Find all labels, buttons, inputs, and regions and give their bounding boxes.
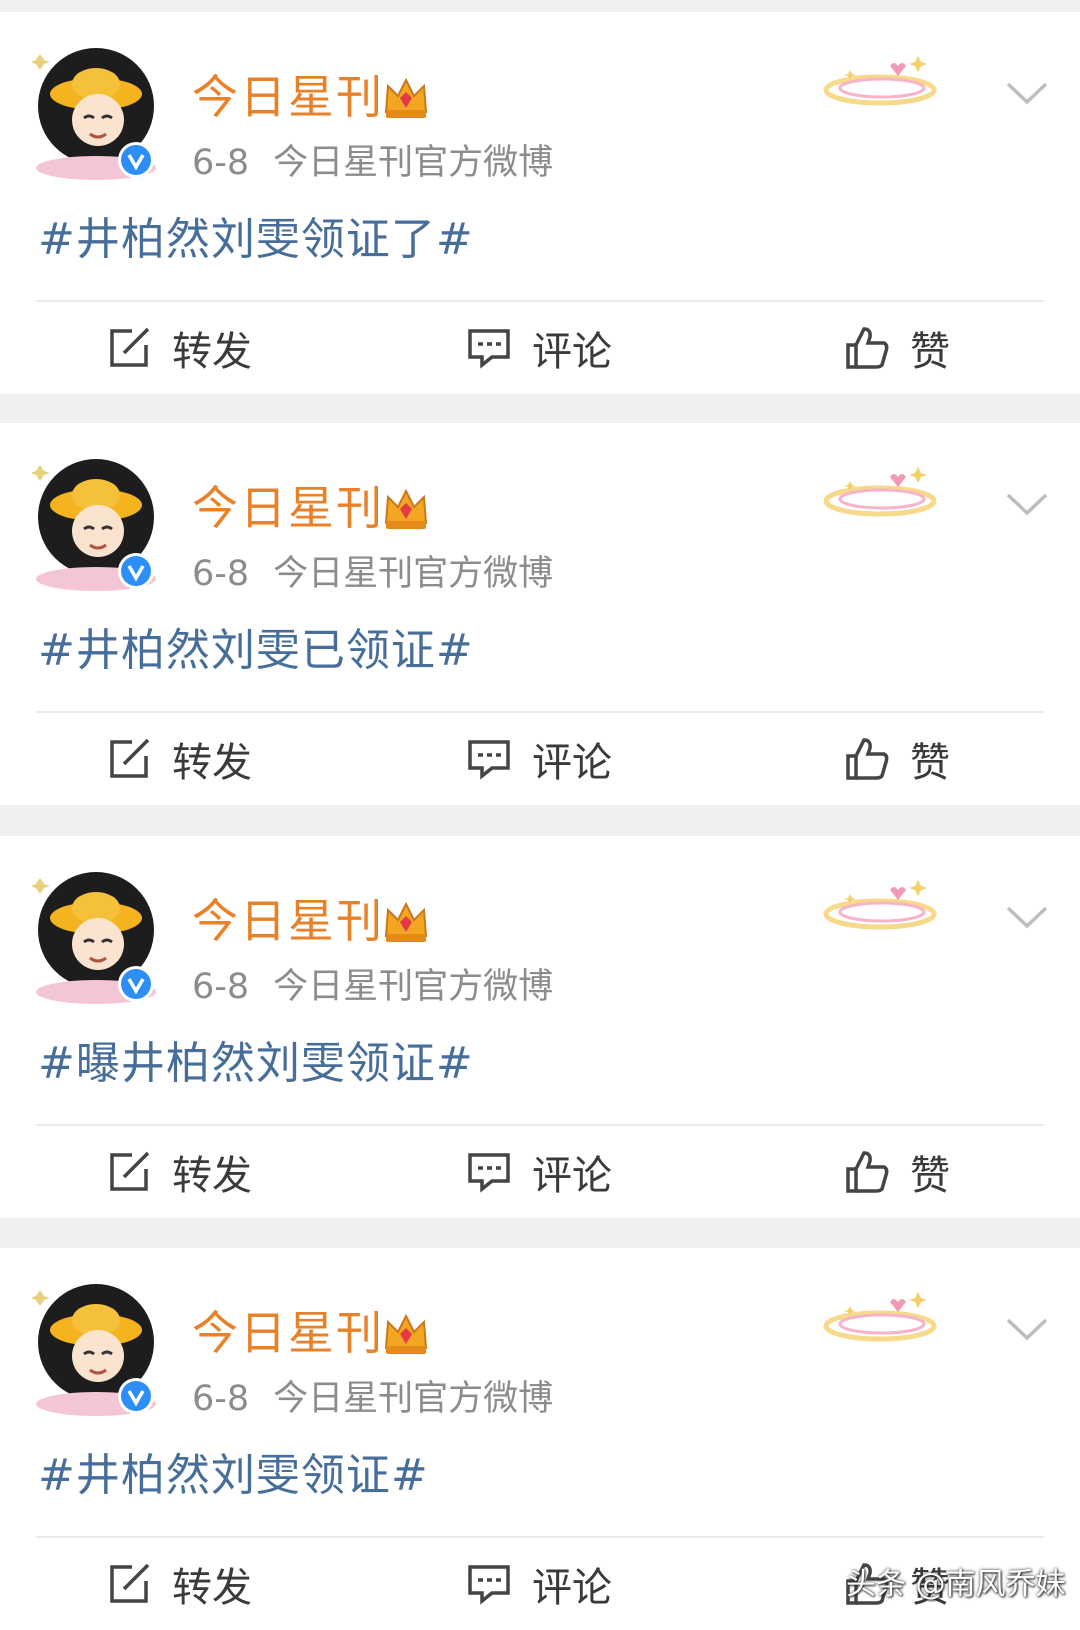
repost-label: 转发 — [172, 740, 252, 786]
post-date: 6-8 — [192, 143, 250, 183]
repost-icon — [110, 327, 150, 367]
verified-badge-icon — [121, 145, 151, 175]
comment-icon — [468, 740, 510, 780]
comment-label: 评论 — [532, 329, 612, 375]
repost-label: 转发 — [172, 1153, 252, 1199]
author-name[interactable]: 今日星刊 — [192, 67, 384, 127]
verified-badge-icon — [121, 969, 151, 999]
author-name[interactable]: 今日星刊 — [192, 478, 384, 538]
sparkle-ring-decoration-icon — [823, 467, 937, 517]
post-meta: 6-8 今日星刊官方微博 — [192, 551, 553, 597]
repost-label: 转发 — [172, 329, 252, 375]
author-name[interactable]: 今日星刊 — [192, 891, 384, 951]
crown-icon — [384, 901, 428, 942]
post-text-hashtag[interactable]: #井柏然刘雯已领证# — [38, 621, 474, 681]
chevron-down-icon[interactable] — [1004, 1314, 1050, 1344]
action-bar: 转发 评论 赞 — [0, 302, 1080, 394]
post-meta: 6-8 今日星刊官方微博 — [192, 140, 553, 186]
thumbs-up-icon — [846, 327, 889, 369]
post-card[interactable]: 今日星刊 6-8 今日星刊官方微博 #井柏然刘雯领证了# 转发 评论 赞 — [0, 12, 1080, 394]
comment-button[interactable]: 评论 — [466, 1538, 612, 1630]
post-meta: 6-8 今日星刊官方微博 — [192, 964, 553, 1010]
sparkle-ring-decoration-icon — [823, 1292, 937, 1342]
avatar[interactable] — [32, 453, 160, 591]
repost-label: 转发 — [172, 1565, 252, 1611]
post-card[interactable]: 今日星刊 6-8 今日星刊官方微博 #井柏然刘雯已领证# 转发 评论 赞 — [0, 423, 1080, 805]
crown-icon — [384, 1313, 428, 1354]
repost-icon — [110, 1563, 150, 1603]
verified-badge-icon — [121, 556, 151, 586]
chevron-down-icon[interactable] — [1004, 78, 1050, 108]
repost-button[interactable]: 转发 — [106, 1538, 252, 1630]
post-source: 今日星刊官方微博 — [273, 967, 554, 1007]
post-date: 6-8 — [192, 1379, 250, 1419]
post-date: 6-8 — [192, 554, 250, 594]
repost-button[interactable]: 转发 — [106, 302, 252, 394]
comment-label: 评论 — [532, 740, 612, 786]
post-text-hashtag[interactable]: #井柏然刘雯领证了# — [38, 210, 474, 270]
crown-icon — [384, 77, 428, 118]
post-meta: 6-8 今日星刊官方微博 — [192, 1376, 553, 1422]
post-card[interactable]: 今日星刊 6-8 今日星刊官方微博 #曝井柏然刘雯领证# 转发 评论 赞 — [0, 836, 1080, 1218]
post-date: 6-8 — [192, 967, 250, 1007]
avatar[interactable] — [32, 42, 160, 180]
like-label: 赞 — [910, 329, 950, 375]
post-source: 今日星刊官方微博 — [273, 554, 554, 594]
action-bar: 转发 评论 赞 — [0, 713, 1080, 805]
post-source: 今日星刊官方微博 — [273, 1379, 554, 1419]
comment-label: 评论 — [532, 1153, 612, 1199]
comment-icon — [468, 1565, 510, 1605]
post-source: 今日星刊官方微博 — [273, 143, 554, 183]
thumbs-up-icon — [846, 738, 889, 780]
verified-badge-icon — [121, 1381, 151, 1411]
comment-icon — [468, 329, 510, 369]
avatar[interactable] — [32, 1278, 160, 1416]
author-name[interactable]: 今日星刊 — [192, 1303, 384, 1363]
comment-label: 评论 — [532, 1565, 612, 1611]
like-label: 赞 — [910, 1153, 950, 1199]
repost-icon — [110, 738, 150, 778]
avatar[interactable] — [32, 866, 160, 1004]
repost-button[interactable]: 转发 — [106, 1126, 252, 1218]
like-button[interactable]: 赞 — [844, 713, 950, 805]
comment-button[interactable]: 评论 — [466, 713, 612, 805]
sparkle-ring-decoration-icon — [823, 880, 937, 930]
like-button[interactable]: 赞 — [844, 302, 950, 394]
chevron-down-icon[interactable] — [1004, 902, 1050, 932]
like-label: 赞 — [910, 740, 950, 786]
comment-button[interactable]: 评论 — [466, 302, 612, 394]
post-text-hashtag[interactable]: #曝井柏然刘雯领证# — [38, 1034, 474, 1094]
sparkle-ring-decoration-icon — [823, 56, 937, 106]
action-bar: 转发 评论 赞 — [0, 1126, 1080, 1218]
like-button[interactable]: 赞 — [844, 1126, 950, 1218]
comment-icon — [468, 1153, 510, 1193]
post-text-hashtag[interactable]: #井柏然刘雯领证# — [38, 1446, 429, 1506]
comment-button[interactable]: 评论 — [466, 1126, 612, 1218]
chevron-down-icon[interactable] — [1004, 489, 1050, 519]
watermark: 头条 @南风乔妹 — [846, 1567, 1066, 1602]
crown-icon — [384, 488, 428, 529]
thumbs-up-icon — [846, 1151, 889, 1193]
repost-button[interactable]: 转发 — [106, 713, 252, 805]
repost-icon — [110, 1151, 150, 1191]
